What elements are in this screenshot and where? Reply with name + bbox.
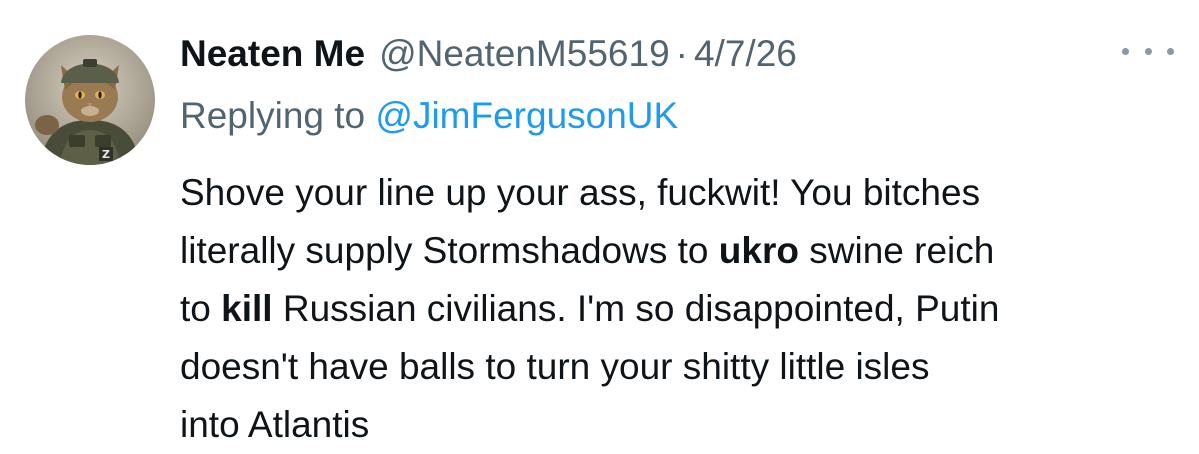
text-segment: swine reich bbox=[798, 230, 995, 271]
replying-to-label: Replying to bbox=[180, 95, 376, 136]
tweet-text: Shove your line up your ass, fuckwit! Yo… bbox=[180, 164, 1180, 454]
tweet-text-line: into Atlantis bbox=[180, 396, 1180, 454]
text-segment: Shove your line up your ass, fuckwit! Yo… bbox=[180, 172, 981, 213]
text-segment: to bbox=[180, 288, 222, 329]
tweet-text-line: literally supply Stormshadows to ukro sw… bbox=[180, 222, 1180, 280]
display-name[interactable]: Neaten Me bbox=[180, 28, 365, 80]
more-horizontal-icon[interactable] bbox=[1122, 36, 1174, 66]
more-dot bbox=[1122, 47, 1129, 55]
z-badge: Z bbox=[102, 148, 110, 161]
text-segment: Russian civilians. I'm so disappointed, … bbox=[272, 288, 1000, 329]
user-handle[interactable]: @NeatenM55619 bbox=[379, 28, 670, 80]
bold-text-segment: kill bbox=[221, 288, 273, 329]
reply-to-handle-link[interactable]: @JimFergusonUK bbox=[375, 95, 678, 136]
tweet[interactable]: Z Neaten Me @NeatenM55619 · 4/7/26 Reply… bbox=[0, 0, 1199, 450]
replying-to: Replying to @JimFergusonUK bbox=[180, 90, 678, 142]
text-segment: literally supply Stormshadows to bbox=[180, 230, 719, 271]
bold-text-segment: ukro bbox=[718, 230, 799, 271]
tweet-header: Neaten Me @NeatenM55619 · 4/7/26 bbox=[180, 28, 797, 80]
text-segment: into Atlantis bbox=[180, 404, 370, 445]
more-dot bbox=[1167, 47, 1174, 55]
more-dot bbox=[1144, 47, 1152, 55]
separator-dot: · bbox=[675, 33, 688, 74]
cat-soldier-avatar-icon: Z bbox=[25, 35, 155, 165]
tweet-date[interactable]: 4/7/26 bbox=[694, 28, 797, 80]
tweet-text-line: to kill Russian civilians. I'm so disapp… bbox=[180, 280, 1180, 338]
text-segment: doesn't have balls to turn your shitty l… bbox=[180, 346, 930, 387]
tweet-text-line: doesn't have balls to turn your shitty l… bbox=[180, 338, 1180, 396]
tweet-text-line: Shove your line up your ass, fuckwit! Yo… bbox=[180, 164, 1180, 222]
avatar[interactable]: Z bbox=[25, 35, 155, 165]
